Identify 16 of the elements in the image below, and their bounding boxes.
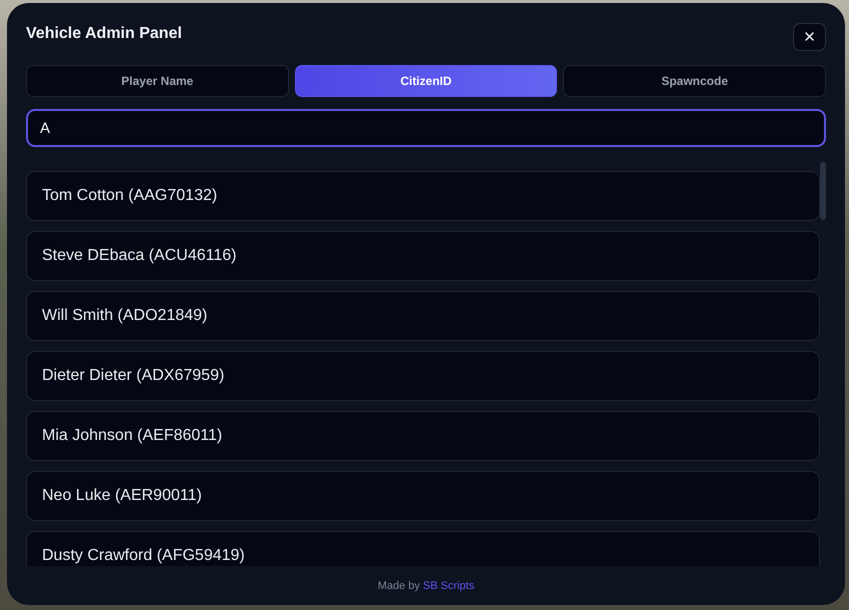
filter-tab[interactable]: Player Name [26,65,289,97]
close-button[interactable]: ✕ [793,23,826,51]
filter-tab[interactable]: CitizenID [294,65,558,97]
result-item[interactable]: Steve DEbaca (ACU46116) [26,231,820,281]
credit-link[interactable]: SB Scripts [422,580,474,592]
result-item[interactable]: Dusty Crawford (AFG59419) [26,531,820,566]
search-field[interactable]: A [26,109,826,147]
result-item[interactable]: Mia Johnson (AEF86011) [26,411,820,461]
filter-tab[interactable]: Spawncode [563,65,826,97]
result-item[interactable]: Will Smith (ADO21849) [26,291,820,341]
scrollbar-thumb[interactable] [820,162,826,220]
footer-credit: Made by SB Scripts [378,580,474,592]
result-item[interactable]: Tom Cotton (AAG70132) [26,171,820,221]
window-title: Vehicle Admin Panel [26,25,182,43]
result-item[interactable]: Dieter Dieter (ADX67959) [26,351,820,401]
result-item[interactable]: Neo Luke (AER90011) [26,471,820,521]
